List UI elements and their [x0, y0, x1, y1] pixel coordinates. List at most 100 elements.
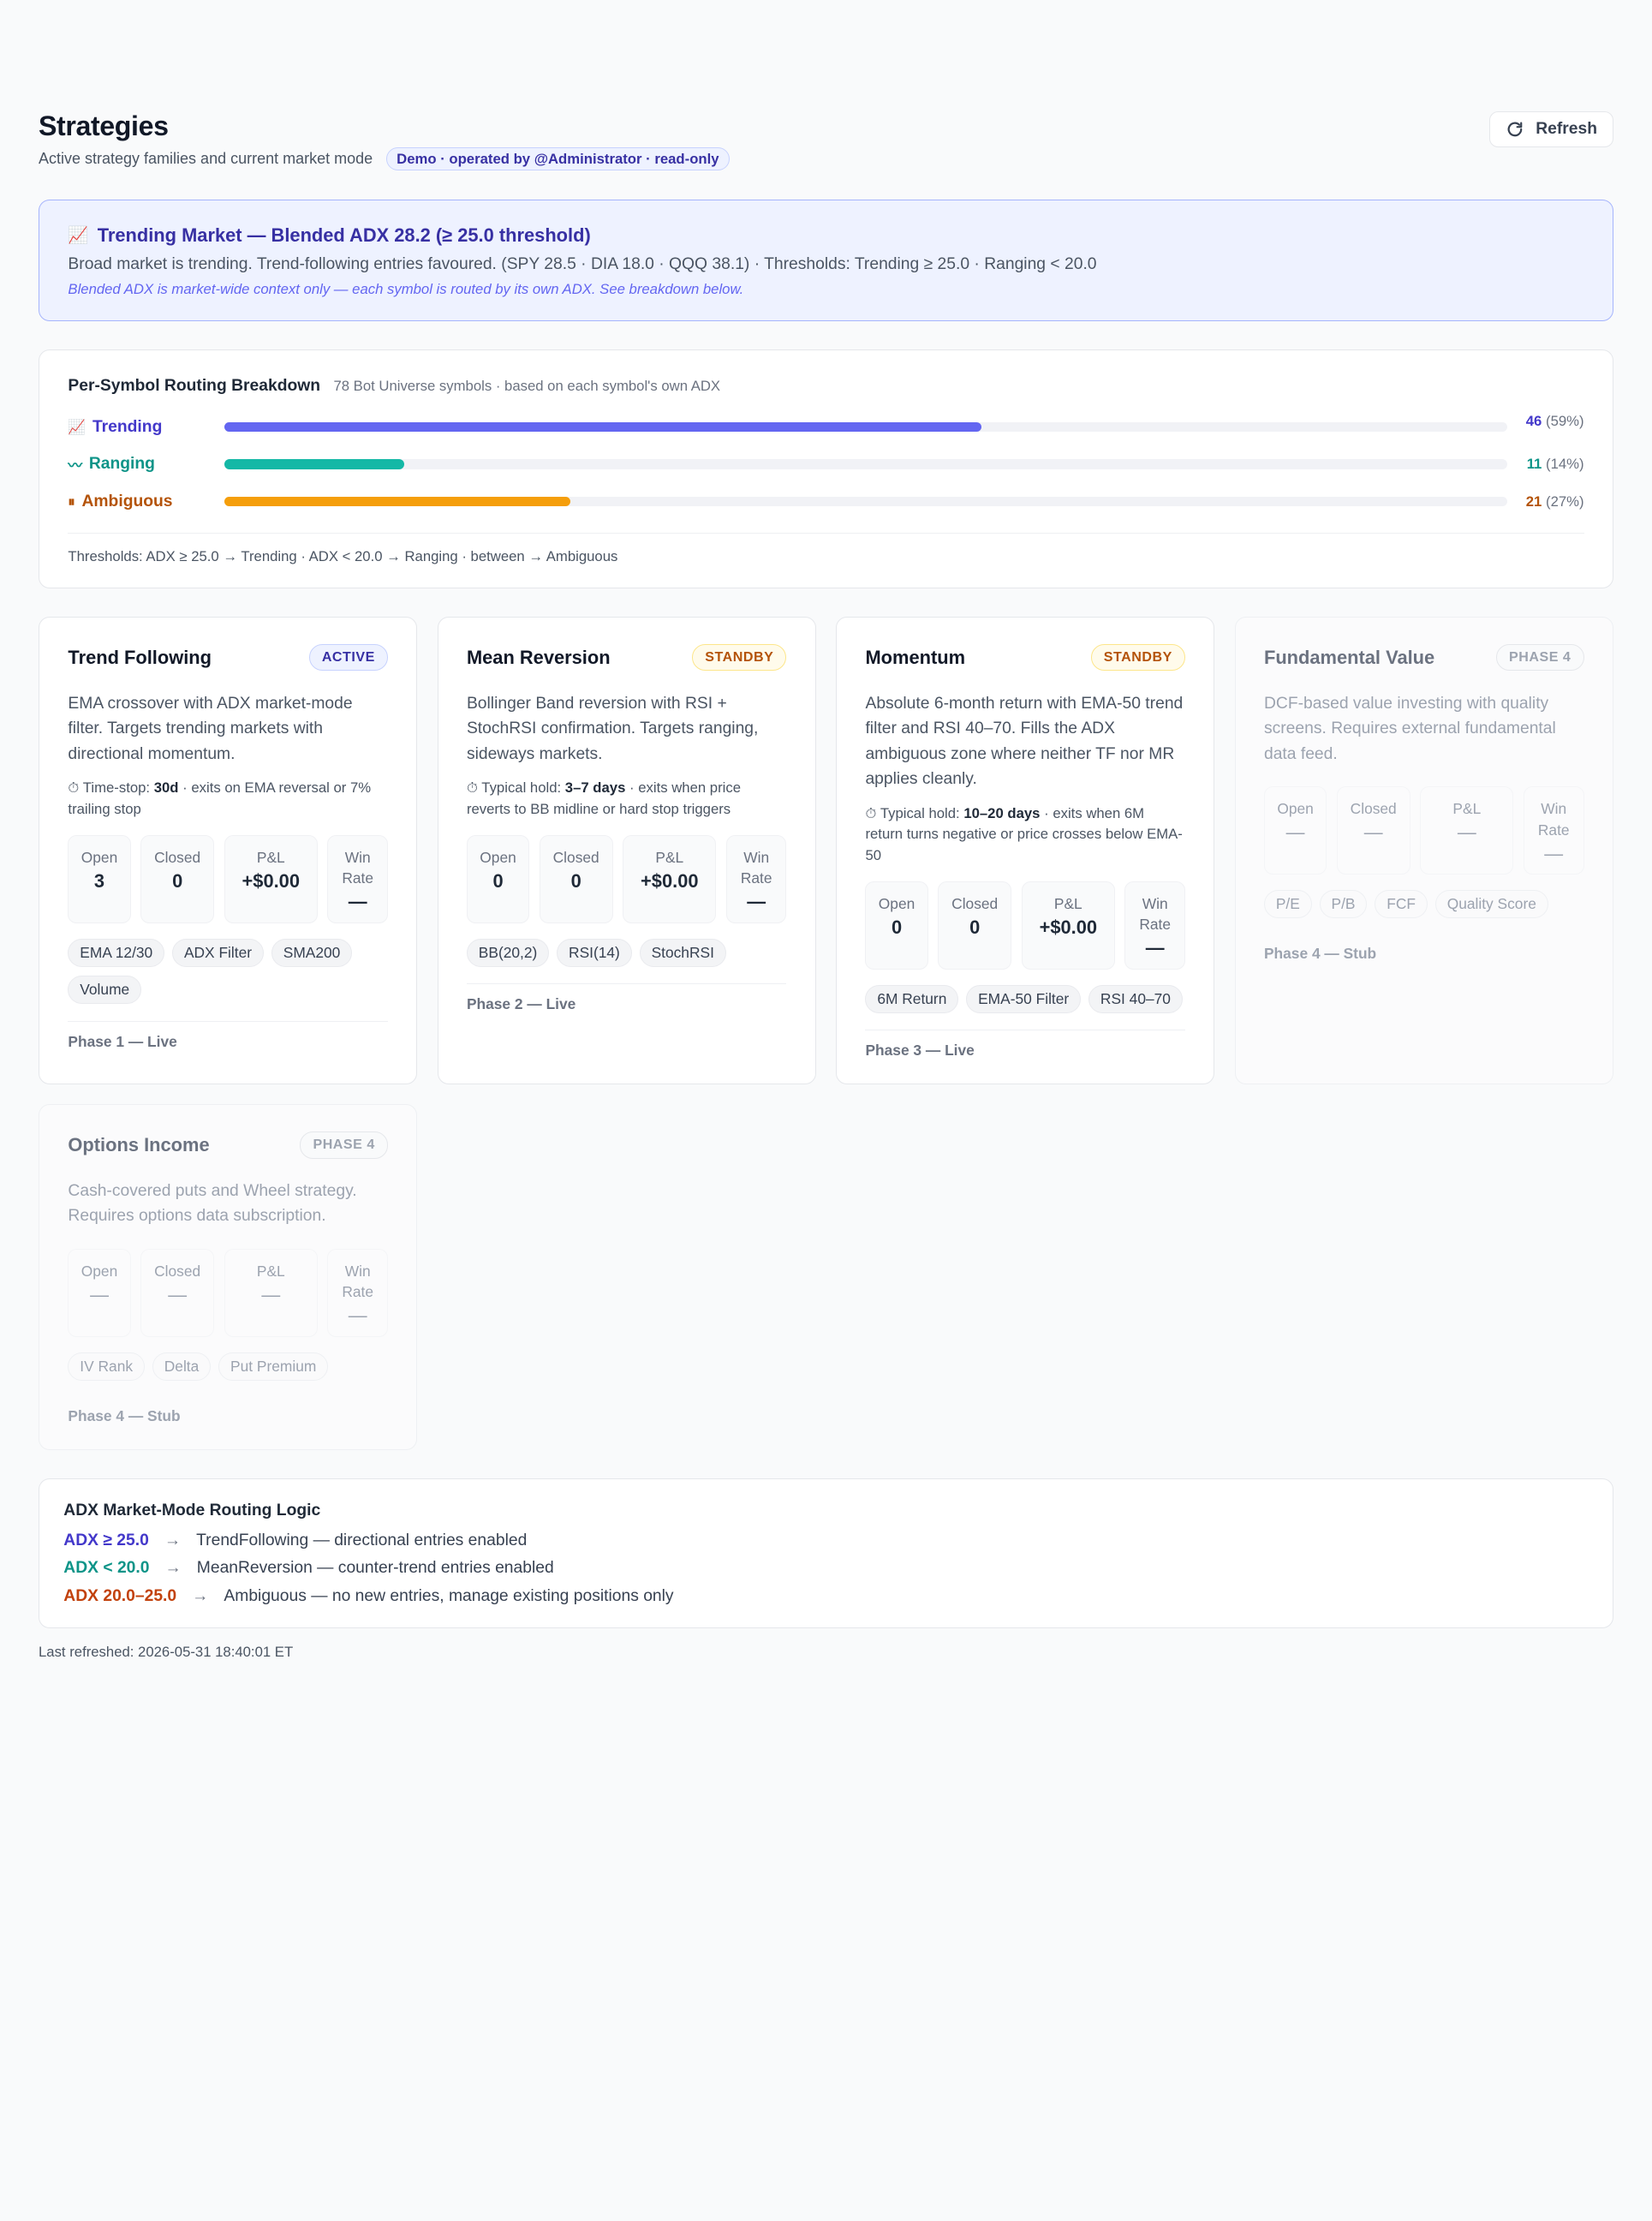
breakdown-row-ranging: 〰 Ranging 11 (14%) [68, 454, 1583, 475]
holding-info: ⏱ Typical hold: 3–7 days · exits when pr… [467, 778, 787, 820]
holding-prefix: ⏱ Typical hold: [466, 779, 565, 797]
status-badge: PHASE 4 [1495, 644, 1584, 672]
ranging-icon: 〰 [68, 457, 83, 475]
stat-label: Open [81, 1262, 118, 1280]
stat-label: Open [81, 848, 118, 866]
breakdown-count-value: 46 [1525, 412, 1542, 429]
strategy-card-trend-following[interactable]: Trend Following ACTIVE EMA crossover with … [39, 617, 418, 1085]
strategies-page: Strategies Active strategy families and … [0, 0, 1652, 1661]
indicator-tags: IV Rank Delta Put Premium [68, 1352, 388, 1381]
strategy-name: Fundamental Value [1263, 646, 1435, 668]
status-badge: STANDBY [692, 644, 787, 672]
breakdown-subtitle: 78 Bot Universe symbols · based on each … [333, 377, 721, 394]
indicator-tags: EMA 12/30 ADX Filter SMA200 Volume [68, 938, 388, 1005]
strategy-description: Absolute 6-month return with EMA-50 tren… [865, 694, 1184, 789]
logic-condition: ADX ≥ 25.0 [63, 1531, 149, 1549]
stat-value: — [1285, 821, 1305, 844]
breakdown-bar-fill [224, 496, 571, 507]
stat-value: — [261, 1283, 281, 1305]
indicator-tag: Delta [152, 1352, 212, 1381]
strategy-card-mean-reversion[interactable]: Mean Reversion STANDBY Bollinger Band reve… [437, 617, 816, 1085]
logic-row: ADX 20.0–25.0 → Ambiguous — no new entries… [63, 1587, 1588, 1606]
strategy-description: Cash-covered puts and Wheel strategy. Re… [68, 1181, 357, 1226]
breakdown-label-text: Trending [92, 417, 163, 436]
stat-value: — [348, 891, 367, 913]
stat-label: P&L [655, 848, 684, 866]
stat-label: P&L [1053, 894, 1082, 912]
stat-value: — [1457, 821, 1476, 844]
indicator-tag: IV Rank [68, 1352, 145, 1381]
strategy-card-options-income[interactable]: Options Income PHASE 4 Cash-covered puts a… [39, 1104, 418, 1450]
strategy-grid: Trend Following ACTIVE EMA crossover with … [39, 617, 1613, 1450]
stat-value: 0 [969, 916, 981, 938]
holding-info: ⏱ Typical hold: 10–20 days · exits when … [865, 803, 1185, 866]
adx-routing-logic-card: ADX Market-Mode Routing Logic ADX ≥ 25.0… [39, 1478, 1613, 1629]
strategy-description: EMA crossover with ADX market-mode filte… [68, 694, 353, 763]
closed-stat: Closed 0 [539, 834, 613, 923]
logic-row: ADX ≥ 25.0 → TrendFollowing — directional … [63, 1531, 1588, 1550]
page-subtitle: Active strategy families and current mar… [39, 150, 373, 168]
status-badge: PHASE 4 [300, 1131, 388, 1159]
stat-label: Open [1277, 800, 1314, 818]
stat-label: Closed [154, 848, 201, 866]
closed-stat: Closed — [1336, 786, 1410, 875]
arrow-right-icon: → [192, 1586, 209, 1605]
stat-label: P&L [256, 1262, 285, 1280]
strategy-name: Mean Reversion [466, 646, 611, 668]
stat-value: 0 [891, 916, 903, 938]
market-mode-description: Broad market is trending. Trend-followin… [68, 255, 1097, 274]
pnl-stat: P&L +$0.00 [1021, 881, 1115, 970]
strategy-description: Bollinger Band reversion with RSI + Stoc… [466, 694, 759, 763]
stat-label: Open [480, 848, 516, 866]
stat-label: Win Rate [1139, 894, 1172, 934]
logic-title: ADX Market-Mode Routing Logic [63, 1502, 321, 1520]
closed-stat: Closed 0 [938, 881, 1012, 970]
stat-label: Win Rate [342, 848, 373, 887]
indicator-tag: Put Premium [218, 1352, 329, 1381]
stat-label: Open [878, 894, 915, 912]
breakdown-count: 21 (27%) [1507, 493, 1584, 510]
breakdown-bar [224, 421, 1507, 433]
indicator-tag: RSI(14) [557, 938, 632, 967]
phase-label: Phase 4 — Stub [68, 1406, 181, 1424]
win-rate-stat: Win Rate — [1523, 786, 1584, 875]
strategy-card-fundamental-value[interactable]: Fundamental Value PHASE 4 DCF-based value … [1234, 617, 1613, 1085]
logic-condition: ADX < 20.0 [63, 1559, 150, 1578]
indicator-tag: P/E [1263, 889, 1312, 919]
arrow-right-icon: → [164, 1559, 182, 1578]
indicator-tag: EMA-50 Filter [966, 984, 1082, 1013]
logic-outcome: TrendFollowing — directional entries ena… [196, 1531, 528, 1549]
stat-value: 3 [93, 869, 105, 892]
breakdown-bar-fill [224, 421, 981, 433]
phase-label: Phase 4 — Stub [1263, 945, 1377, 963]
market-mode-title: Trending Market — Blended ADX 28.2 (≥ 25… [97, 224, 591, 246]
open-stat: Open — [1263, 786, 1327, 875]
breakdown-count-pct: (27%) [1546, 493, 1584, 510]
trending-icon: 📈 [68, 418, 86, 435]
holding-info: ⏱ Time-stop: 30d · exits on EMA reversal… [68, 778, 388, 820]
stat-value: — [90, 1283, 109, 1305]
logic-outcome: MeanReversion — counter-trend entries en… [196, 1559, 554, 1578]
stat-value: — [168, 1283, 188, 1305]
ambiguous-icon: ⏸ [68, 493, 75, 510]
breakdown-count-pct: (14%) [1546, 456, 1584, 473]
stat-value: 0 [570, 869, 581, 892]
stat-label: Win Rate [342, 1262, 373, 1301]
indicator-tag: FCF [1375, 889, 1428, 919]
open-stat: Open 3 [68, 834, 131, 923]
last-refreshed: Last refreshed: 2026-05-31 18:40:01 ET [39, 1644, 294, 1661]
stats-row: Open — Closed — P&L — Win Rate — [1263, 786, 1584, 875]
demo-badge: Demo · operated by @Administrator · read… [385, 147, 731, 171]
breakdown-label: ⏸ Ambiguous [68, 493, 224, 511]
stat-label: Closed [552, 848, 599, 866]
refresh-button[interactable]: Refresh [1489, 110, 1613, 147]
strategy-name: Momentum [865, 646, 966, 668]
breakdown-label-text: Ranging [88, 455, 155, 474]
indicator-tags: 6M Return EMA-50 Filter RSI 40–70 [865, 984, 1185, 1013]
closed-stat: Closed 0 [140, 834, 215, 923]
breakdown-count-value: 11 [1526, 456, 1542, 473]
breakdown-row-ambiguous: ⏸ Ambiguous 21 (27%) [68, 493, 1583, 511]
strategy-card-momentum[interactable]: Momentum STANDBY Absolute 6-month return w… [836, 617, 1215, 1085]
breakdown-count-pct: (59%) [1546, 412, 1584, 429]
stat-value: — [747, 891, 766, 913]
